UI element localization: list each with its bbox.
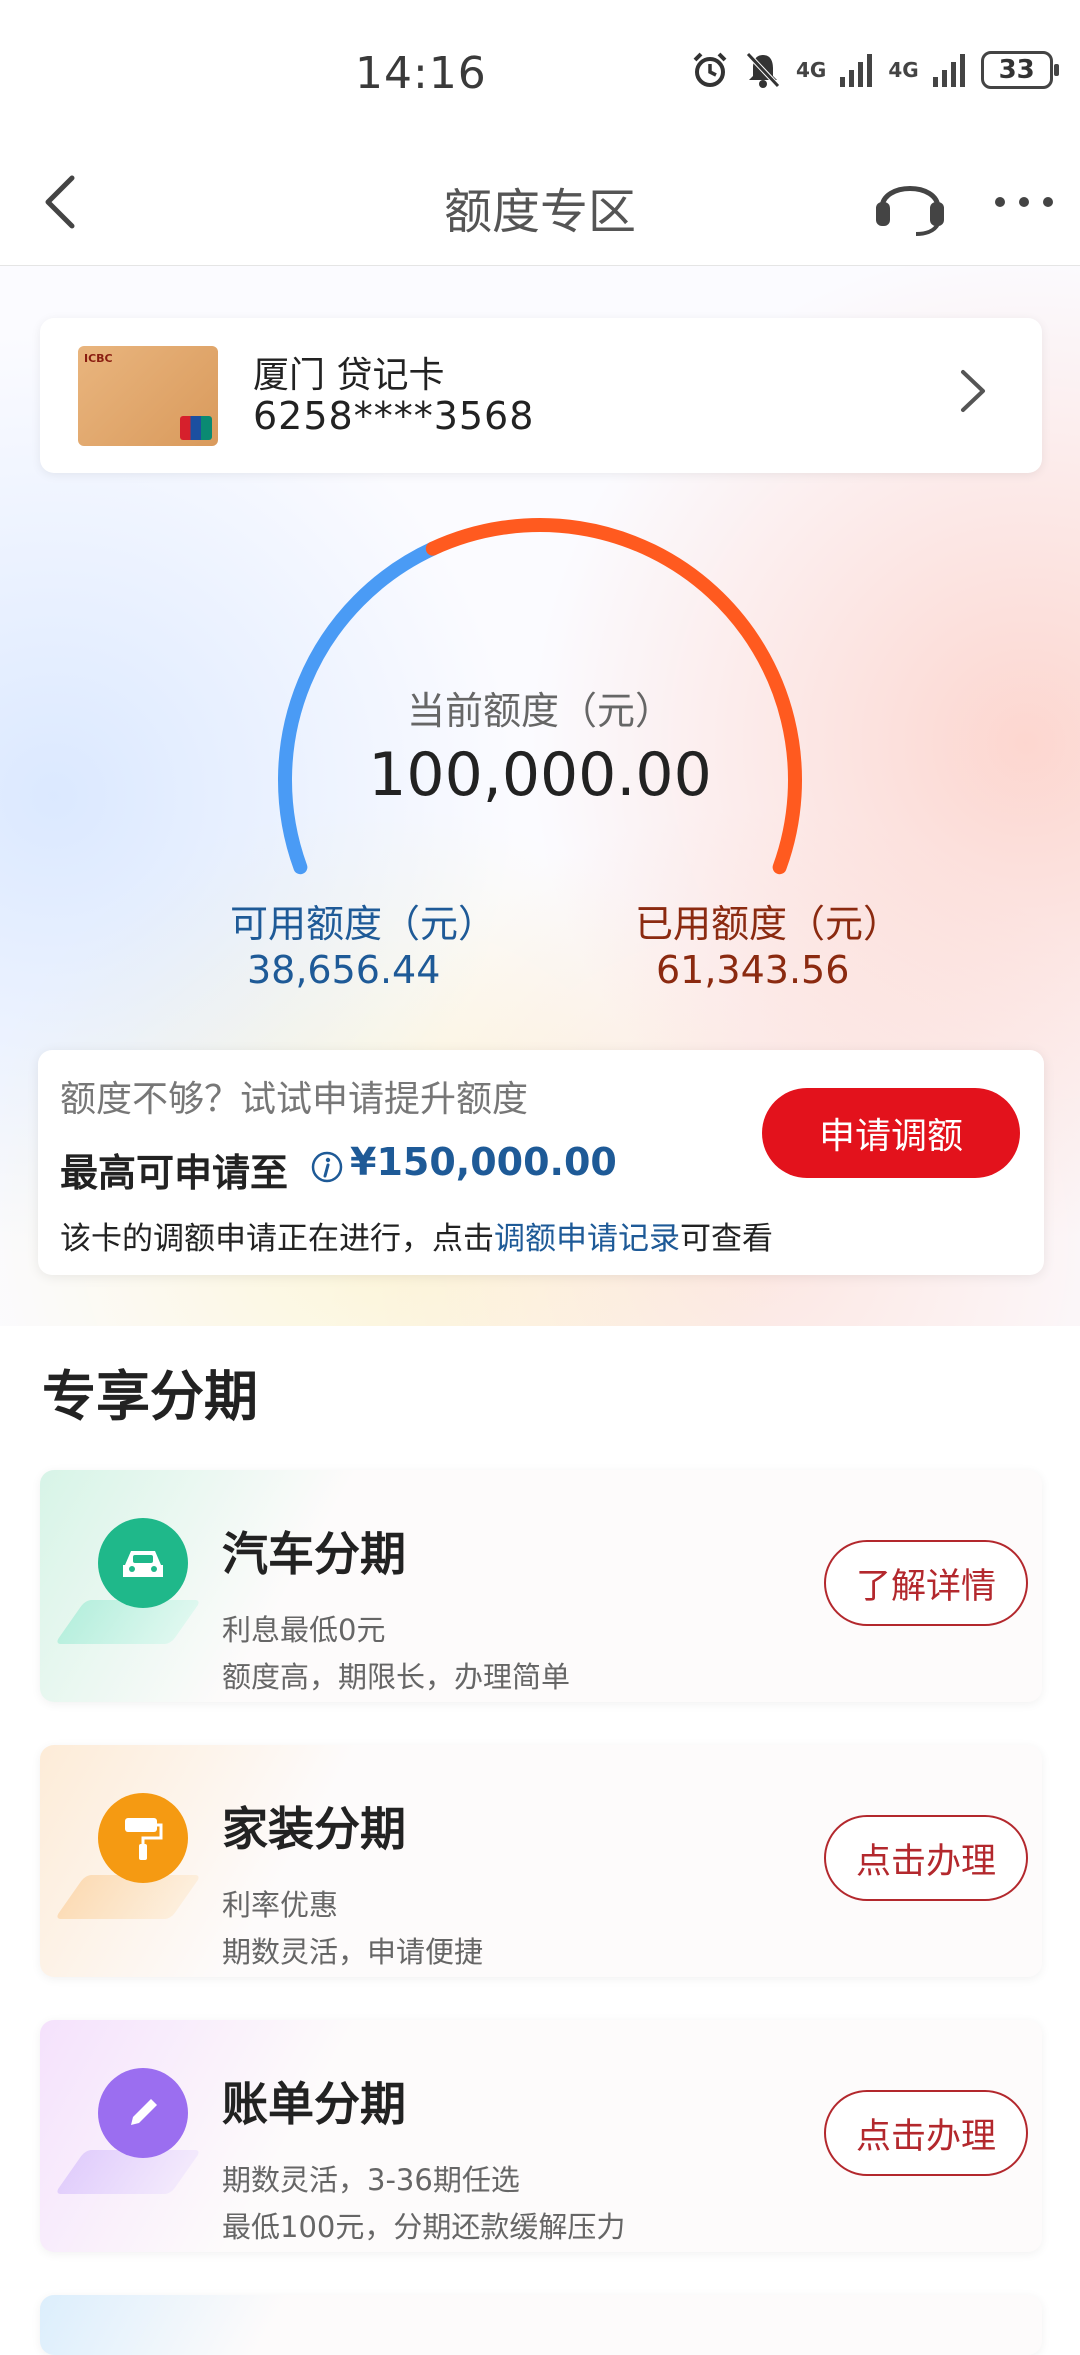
pencil-icon xyxy=(98,2068,188,2158)
max-limit-value: ¥150,000.00 xyxy=(350,1140,617,1184)
installment-title: 汽车分期 xyxy=(222,1527,406,1581)
raise-note: 该卡的调额申请正在进行，点击调额申请记录可查看 xyxy=(60,1213,773,1258)
max-limit-label: 最高可申请至 xyxy=(60,1151,289,1195)
paint-roller-icon xyxy=(98,1793,188,1883)
installment-line2: 最低100元，分期还款缓解压力 xyxy=(222,2210,626,2244)
installment-title: 账单分期 xyxy=(222,2077,406,2131)
signal-icon xyxy=(840,54,873,87)
learn-more-button[interactable]: 了解详情 xyxy=(824,1540,1028,1626)
info-icon[interactable] xyxy=(310,1150,344,1184)
credit-card-image: ICBC xyxy=(78,346,218,446)
current-quota-label: 当前额度（元） xyxy=(406,689,673,733)
card-name: 厦门 贷记卡 xyxy=(253,355,445,396)
customer-service-icon[interactable] xyxy=(872,168,948,238)
used-quota-value: 61,343.56 xyxy=(656,948,850,992)
alarm-icon xyxy=(693,52,727,87)
used-quota-label: 已用额度（元） xyxy=(635,902,902,946)
section-title: 专享分期 xyxy=(42,1365,258,1428)
installment-line1: 利率优惠 xyxy=(222,1888,339,1922)
installment-line1: 期数灵活，3-36期任选 xyxy=(222,2163,520,2197)
installment-line1: 利息最低0元 xyxy=(222,1613,386,1647)
chevron-right-icon[interactable] xyxy=(955,366,991,416)
status-icons: 4G 4G 33 xyxy=(690,50,1059,90)
card-number: 6258****3568 xyxy=(253,394,535,438)
installment-line2: 期数灵活，申请便捷 xyxy=(222,1935,484,1969)
network-label-2: 4G xyxy=(888,58,919,82)
installment-title: 家装分期 xyxy=(222,1802,406,1856)
car-icon xyxy=(98,1518,188,1608)
card-tint xyxy=(40,2295,360,2355)
installment-line2: 额度高，期限长，办理简单 xyxy=(222,1660,571,1694)
status-time: 14:16 xyxy=(355,48,487,99)
battery-icon: 33 xyxy=(980,51,1059,89)
card-brand-logo: ICBC xyxy=(84,352,113,365)
signal-icon-2 xyxy=(932,54,965,87)
available-quota-value: 38,656.44 xyxy=(247,948,441,992)
network-label-1: 4G xyxy=(796,58,827,82)
apply-raise-button[interactable]: 申请调额 xyxy=(762,1088,1020,1178)
more-icon[interactable] xyxy=(990,182,1058,222)
current-quota-value: 100,000.00 xyxy=(368,740,712,810)
raise-record-link[interactable]: 调额申请记录 xyxy=(494,1221,680,1257)
apply-home-installment-button[interactable]: 点击办理 xyxy=(824,1815,1028,1901)
installment-card-next[interactable] xyxy=(40,2295,1042,2355)
raise-note-suffix: 可查看 xyxy=(680,1221,773,1257)
mute-bell-icon xyxy=(746,52,780,88)
available-quota-label: 可用额度（元） xyxy=(230,902,497,946)
apply-bill-installment-button[interactable]: 点击办理 xyxy=(824,2090,1028,2176)
raise-note-prefix: 该卡的调额申请正在进行，点击 xyxy=(60,1221,494,1257)
raise-tip: 额度不够？试试申请提升额度 xyxy=(60,1079,529,1120)
unionpay-logo xyxy=(180,416,212,440)
battery-level: 33 xyxy=(998,55,1035,85)
